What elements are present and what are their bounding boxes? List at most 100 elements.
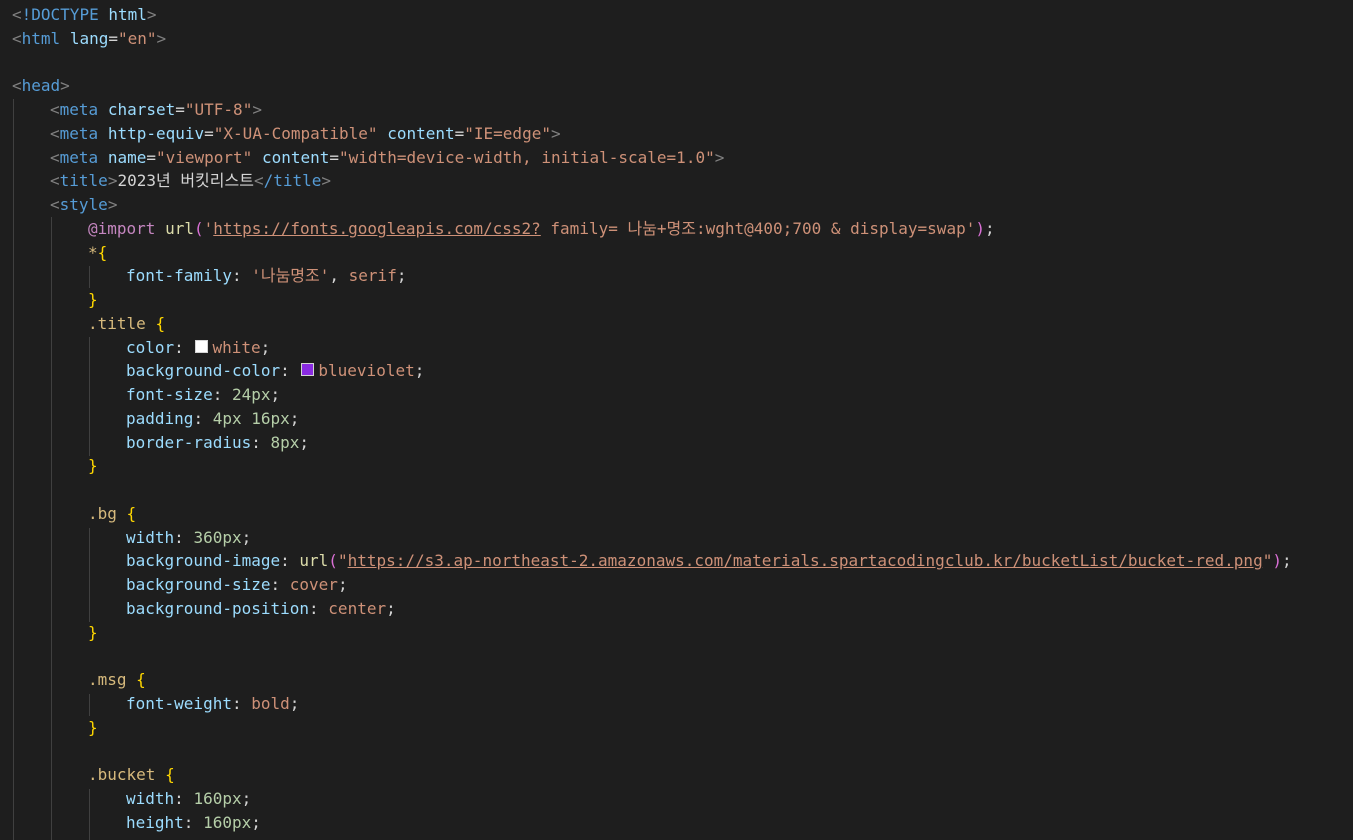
code-line: font-family: '나눔명조', serif; (126, 266, 407, 285)
css-selector: .title (88, 314, 146, 333)
brace: { (155, 314, 166, 333)
css-number: 4px 16px (212, 409, 290, 428)
code-line: border-radius: 8px; (126, 433, 310, 452)
css-property: background-size (126, 575, 271, 594)
indent-guide (13, 99, 14, 840)
code-line: background-position: center; (126, 599, 396, 618)
code-line: } (88, 621, 98, 645)
code-line: background-color: blueviolet; (126, 361, 425, 380)
indent-guide (89, 528, 90, 622)
code-line: width: 160px; (126, 789, 252, 808)
attr-name: http-equiv (107, 124, 205, 143)
attr-name: content (387, 124, 455, 143)
css-number: 160px (193, 789, 242, 808)
quote: " (337, 551, 348, 570)
css-value: cover (289, 575, 338, 594)
indent-guide (89, 337, 90, 456)
code-line: .title { (88, 312, 165, 336)
code-line: width: 360px; (126, 528, 252, 547)
attr-value: "UTF-8" (184, 100, 253, 119)
doctype-keyword: !DOCTYPE (21, 5, 99, 24)
doctype-value: html (108, 5, 147, 24)
import-url-rest: family= 나눔+명조:wght@400;700 & display=swa… (540, 219, 966, 238)
quote: " (1262, 551, 1273, 570)
css-number: 24px (231, 385, 271, 404)
code-line: <meta http-equiv="X-UA-Compatible" conte… (50, 124, 561, 143)
brace: } (88, 456, 98, 475)
css-selector: .bucket (88, 765, 156, 784)
css-property: border-radius (126, 433, 252, 452)
css-property: background-image (126, 551, 281, 570)
css-value: center (328, 599, 387, 618)
code-line: <meta name="viewport" content="width=dev… (50, 148, 725, 167)
brace: } (88, 290, 98, 309)
css-property: font-size (126, 385, 213, 404)
import-url-link[interactable]: https://fonts.googleapis.com/css2? (213, 219, 541, 238)
css-selector: .msg (88, 670, 127, 689)
quote: ' (965, 219, 976, 238)
css-number: 360px (193, 528, 242, 547)
code-line: .bucket { (88, 763, 175, 787)
code-line: } (88, 716, 98, 740)
brace: } (88, 623, 98, 642)
css-selector: .bg (88, 504, 117, 523)
code-line: .msg { (88, 668, 146, 692)
brace: { (136, 670, 146, 689)
background-url-link[interactable]: https://s3.ap-northeast-2.amazonaws.com/… (348, 551, 1263, 570)
brace: { (97, 243, 108, 262)
css-property: width (126, 528, 175, 547)
at-rule: @import (88, 219, 156, 238)
css-value: '나눔명조' (251, 266, 330, 285)
color-swatch-blueviolet[interactable] (301, 363, 315, 376)
tag-name: /title (263, 171, 322, 190)
code-line: } (88, 288, 98, 312)
css-selector: * (88, 243, 98, 262)
css-value: blueviolet (318, 361, 415, 380)
indent-guide (89, 266, 90, 288)
attr-value: "IE=edge" (464, 124, 551, 143)
color-swatch-white[interactable] (195, 340, 209, 353)
code-line: <meta charset="UTF-8"> (50, 100, 262, 119)
indent-guide (51, 217, 52, 840)
css-number: 8px (270, 433, 300, 452)
brace: { (126, 504, 137, 523)
code-line: <!DOCTYPE html> (12, 5, 157, 24)
attr-value: "viewport" (155, 148, 253, 167)
css-value: bold (251, 694, 290, 713)
css-value: serif (348, 266, 397, 285)
code-line: font-size: 24px; (126, 385, 281, 404)
attr-name: lang (69, 29, 109, 48)
code-line: <head> (12, 76, 70, 95)
css-value: white (212, 338, 261, 357)
css-function: url (299, 551, 329, 570)
css-property: background-color (126, 361, 281, 380)
code-line: <html lang="en"> (12, 29, 167, 48)
code-line: } (88, 454, 98, 478)
indent-guide (89, 789, 90, 840)
attr-name: content (261, 148, 330, 167)
css-property: width (126, 789, 175, 808)
brace: { (165, 765, 175, 784)
tag-name: html (21, 29, 61, 48)
code-line: *{ (88, 241, 107, 265)
code-line: padding: 4px 16px; (126, 409, 300, 428)
code-line: .bg { (88, 502, 136, 526)
attr-value: "X-UA-Compatible" (213, 124, 378, 143)
code-line: color: white; (126, 338, 271, 357)
tag-name: style (59, 195, 108, 214)
tag-name: meta (59, 100, 99, 119)
css-number: 160px (203, 813, 252, 832)
css-property: height (126, 813, 184, 832)
code-line: <style> (50, 195, 118, 214)
code-line: height: 160px; (126, 813, 261, 832)
code-line: background-image: url("https://s3.ap-nor… (126, 551, 1292, 570)
css-property: background-position (126, 599, 310, 618)
code-editor[interactable]: <!DOCTYPE html> <html lang="en"> <head> … (0, 0, 1353, 840)
css-property: padding (126, 409, 194, 428)
code-line: <title>2023년 버킷리스트</title> (50, 171, 332, 190)
attr-name: name (107, 148, 147, 167)
css-function: url (165, 219, 194, 238)
code-line: background-size: cover; (126, 575, 348, 594)
attr-value: "width=device-width, initial-scale=1.0" (339, 148, 715, 167)
css-property: font-family (126, 266, 232, 285)
